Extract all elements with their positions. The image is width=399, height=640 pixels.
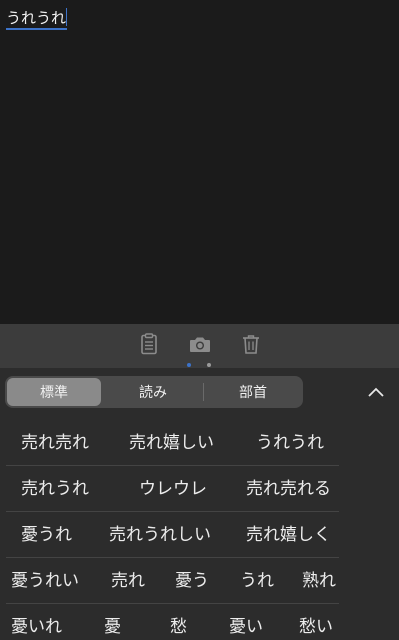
candidate-item[interactable]: 売れ嬉しい	[129, 420, 214, 466]
text-caret	[66, 8, 68, 26]
candidate-item[interactable]: 憂う	[175, 558, 209, 604]
candidate-item[interactable]: 憂うれい	[11, 558, 79, 604]
trash-icon	[243, 335, 259, 354]
candidate-row: 憂うれ 売れうれしい 売れ嬉しく	[0, 512, 399, 558]
clipboard-button[interactable]	[135, 330, 163, 358]
tab-reading[interactable]: 読み	[105, 378, 201, 406]
camera-button[interactable]	[186, 330, 214, 358]
chevron-up-icon	[368, 387, 384, 397]
candidate-row: 売れうれ ウレウレ 売れ売れる	[0, 466, 399, 512]
camera-icon	[190, 337, 210, 352]
candidate-item[interactable]: 憂いれ	[11, 604, 62, 640]
candidate-row: 売れ売れ 売れ嬉しい うれうれ	[0, 420, 399, 466]
candidate-item[interactable]: うれ	[240, 558, 274, 604]
collapse-button[interactable]	[362, 380, 390, 404]
candidate-row: 憂うれい 売れ 憂う うれ 熟れ	[0, 558, 399, 604]
candidate-item[interactable]: 愁	[170, 604, 187, 640]
tab-radical[interactable]: 部首	[205, 378, 301, 406]
page-dot	[207, 363, 211, 367]
trash-button[interactable]	[237, 330, 265, 358]
tab-divider	[203, 383, 204, 401]
candidate-item[interactable]: 憂うれ	[21, 512, 72, 558]
composing-text-value: うれうれ	[6, 9, 67, 27]
clipboard-icon	[141, 333, 157, 355]
composing-text: うれうれ	[6, 8, 68, 30]
conversion-mode-bar: 標準 読み 部首	[0, 368, 399, 420]
tab-standard[interactable]: 標準	[7, 378, 101, 406]
candidate-item[interactable]: 売れ売れ	[21, 420, 89, 466]
candidate-item[interactable]: ウレウレ	[139, 466, 207, 512]
candidate-item[interactable]: 売れ	[111, 558, 145, 604]
candidate-row: 憂いれ 憂 愁 憂い 愁い	[0, 604, 399, 640]
candidate-item[interactable]: 売れ売れる	[246, 466, 331, 512]
keyboard-toolbar	[0, 324, 399, 368]
keyboard: 標準 読み 部首 売れ売れ 売れ嬉しい うれうれ 売れうれ ウレウレ 売れ売れる…	[0, 324, 399, 640]
candidate-item[interactable]: 愁い	[299, 604, 333, 640]
candidate-item[interactable]: 熟れ	[302, 558, 336, 604]
candidate-item[interactable]: 憂い	[229, 604, 263, 640]
page-dot-active	[187, 363, 191, 367]
candidate-item[interactable]: 売れうれしい	[109, 512, 211, 558]
candidate-item[interactable]: 売れうれ	[21, 466, 89, 512]
candidate-item[interactable]: うれうれ	[256, 420, 324, 466]
text-editor[interactable]: うれうれ	[0, 0, 399, 324]
mode-segmented-control: 標準 読み 部首	[5, 376, 303, 408]
candidate-item[interactable]: 憂	[104, 604, 121, 640]
candidate-item[interactable]: 売れ嬉しく	[246, 512, 331, 558]
